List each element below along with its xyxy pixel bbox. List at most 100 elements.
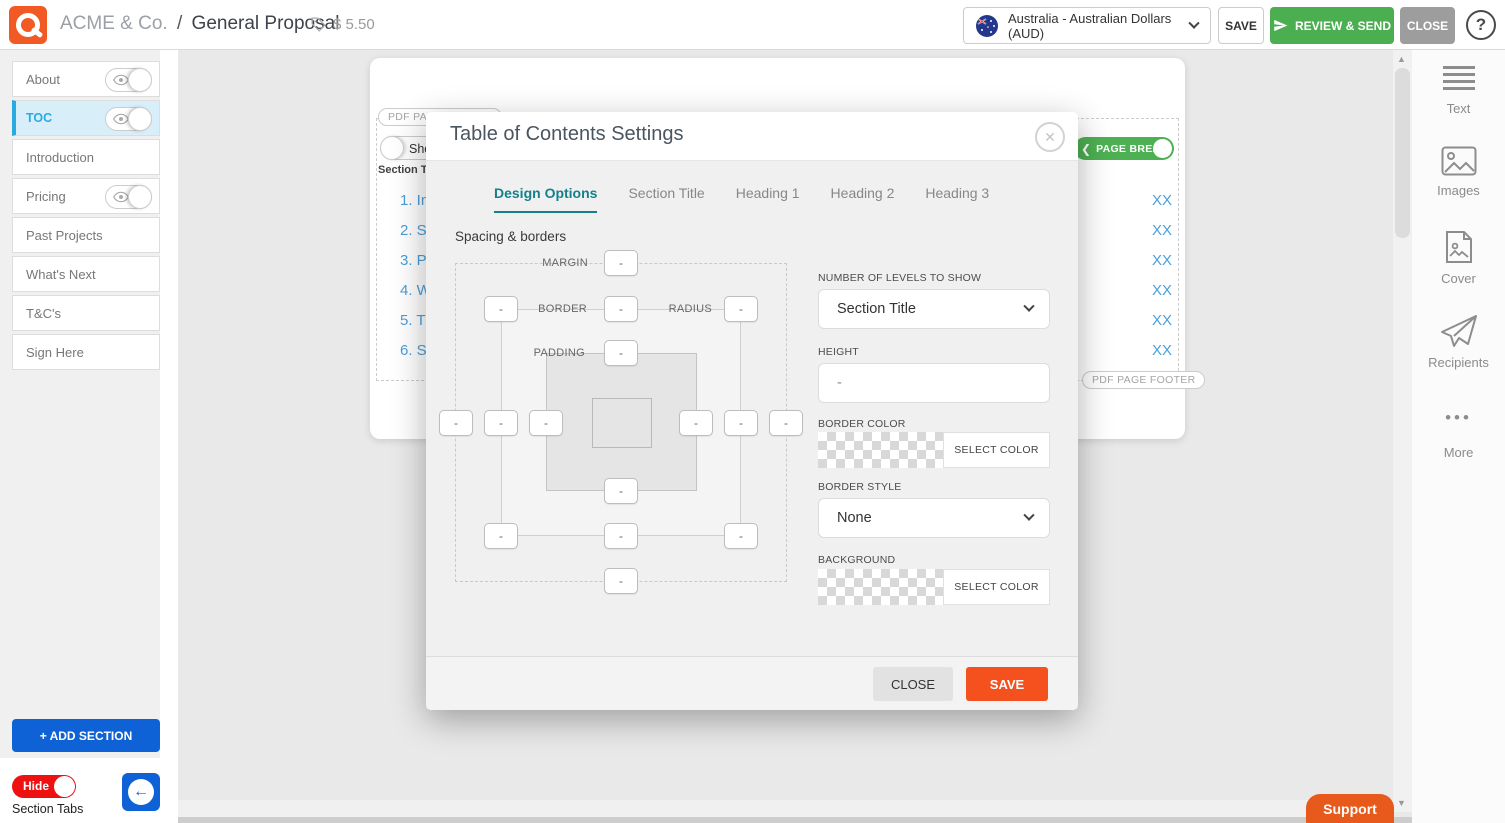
add-section-button[interactable]: + ADD SECTION [12,719,160,752]
border-label: BORDER [538,303,587,315]
review-send-button[interactable]: REVIEW & SEND [1270,7,1394,44]
margin-label: MARGIN [542,257,588,269]
australia-flag-icon [976,15,998,37]
paper-plane-icon [1273,18,1288,33]
toolbar-item-text[interactable]: Text [1412,50,1505,134]
arrow-left-icon: ← [128,779,154,805]
tab-heading-2[interactable]: Heading 2 [831,185,895,213]
support-button[interactable]: Support [1306,794,1394,823]
modal-save-button[interactable]: SAVE [966,667,1048,701]
radius-bottom-left-input[interactable]: - [484,523,518,549]
top-bar: ACME & Co. / General Proposal $ 5.50 Aus… [0,0,1505,50]
border-style-select[interactable]: None [818,498,1050,538]
toc-entry-page: XX [1152,252,1172,274]
app-logo[interactable] [9,6,47,44]
toc-entry-page: XX [1152,222,1172,244]
sidebar-item-sign-here[interactable]: Sign Here [12,334,160,370]
radius-top-right-input[interactable]: - [724,296,758,322]
padding-left-input[interactable]: - [529,410,563,436]
currency-selector[interactable]: Australia - Australian Dollars (AUD) [963,7,1211,44]
chevron-down-icon [1023,510,1034,521]
radius-top-left-input[interactable]: - [484,296,518,322]
border-left-input[interactable]: - [484,410,518,436]
tab-heading-3[interactable]: Heading 3 [925,185,989,213]
tab-design-options[interactable]: Design Options [494,185,597,213]
border-bottom-input[interactable]: - [604,523,638,549]
toolbar-item-recipients[interactable]: Recipients [1412,302,1505,386]
scroll-down-icon[interactable]: ▼ [1397,798,1406,808]
background-select-button[interactable]: SELECT COLOR [943,569,1050,605]
sidebar-item-pricing[interactable]: Pricing [12,178,160,214]
sidebar-item-toc[interactable]: TOC [12,100,160,136]
border-right-input[interactable]: - [724,410,758,436]
toggle-knob [380,136,404,160]
help-icon[interactable]: ? [1466,10,1496,40]
padding-right-input[interactable]: - [679,410,713,436]
toc-entry-page: XX [1152,282,1172,304]
margin-right-input[interactable]: - [769,410,803,436]
spacing-borders-heading: Spacing & borders [455,229,566,244]
tab-heading-1[interactable]: Heading 1 [736,185,800,213]
padding-top-input[interactable]: - [604,340,638,366]
toolbar-item-cover[interactable]: Cover [1412,218,1505,302]
toolbar-item-label: Images [1437,183,1480,198]
collapse-sidebar-button[interactable]: ← [122,773,160,811]
sidebar-item-label: Pricing [26,189,66,204]
margin-left-input[interactable]: - [439,410,473,436]
border-color-row: SELECT COLOR [818,432,1050,468]
border-color-swatch[interactable] [818,432,943,468]
scroll-up-icon[interactable]: ▲ [1397,54,1406,64]
modal-close-button[interactable]: CLOSE [873,667,953,701]
border-color-select-button[interactable]: SELECT COLOR [943,432,1050,468]
vertical-scrollbar[interactable]: ▲ ▼ [1393,50,1412,812]
height-input[interactable]: - [818,363,1050,403]
sidebar-gutter [160,50,178,800]
levels-select[interactable]: Section Title [818,289,1050,329]
sidebar-item-whats-next[interactable]: What's Next [12,256,160,292]
sidebar-item-label: TOC [26,111,52,125]
logo-tail [31,27,44,38]
radius-bottom-right-input[interactable]: - [724,523,758,549]
ellipsis-icon: ••• [1445,398,1472,438]
sidebar-item-tcs[interactable]: T&C's [12,295,160,331]
save-button[interactable]: SAVE [1218,7,1264,44]
text-lines-icon [1443,62,1475,94]
content-toolbar: Text Images Cover Recipients ••• More [1412,50,1505,823]
toolbar-item-images[interactable]: Images [1412,134,1505,218]
background-row: SELECT COLOR [818,569,1050,605]
close-icon[interactable]: ✕ [1035,122,1065,152]
sidebar-item-past-projects[interactable]: Past Projects [12,217,160,253]
cover-page-icon [1445,230,1473,264]
border-color-label: BORDER COLOR [818,418,906,430]
modal-title: Table of Contents Settings [450,123,683,146]
chevron-down-icon [1188,17,1199,28]
visibility-toggle[interactable] [105,185,152,209]
breadcrumb-separator: / [173,13,186,34]
visibility-toggle[interactable] [105,107,152,131]
paper-plane-icon [1440,314,1478,348]
close-document-button[interactable]: CLOSE [1400,7,1455,44]
margin-top-input[interactable]: - [604,250,638,276]
margin-bottom-input[interactable]: - [604,568,638,594]
horizontal-scrollbar[interactable]: ◄ [160,800,1393,817]
price-tag: $ 5.50 [310,16,375,33]
toolbar-item-more[interactable]: ••• More [1412,386,1505,470]
visibility-toggle[interactable] [105,68,152,92]
border-top-input[interactable]: - [604,296,638,322]
sidebar-item-about[interactable]: About [12,61,160,97]
review-send-label: REVIEW & SEND [1295,19,1391,33]
toggle-knob [128,68,152,92]
hide-section-tabs-toggle[interactable]: Hide [12,775,76,798]
toolbar-item-label: More [1444,445,1474,460]
sidebar-item-introduction[interactable]: Introduction [12,139,160,175]
background-swatch[interactable] [818,569,943,605]
page-break-toggle[interactable]: ❮ PAGE BREAK [1074,137,1174,160]
toc-entry-page: XX [1152,342,1172,364]
sidebar-item-label: T&C's [26,306,61,321]
padding-bottom-input[interactable]: - [604,478,638,504]
padding-label: PADDING [534,347,585,359]
scrollbar-thumb[interactable] [1395,68,1410,238]
background-label: BACKGROUND [818,554,895,566]
tab-section-title[interactable]: Section Title [628,185,704,213]
toc-settings-modal: Table of Contents Settings ✕ Design Opti… [426,112,1078,710]
